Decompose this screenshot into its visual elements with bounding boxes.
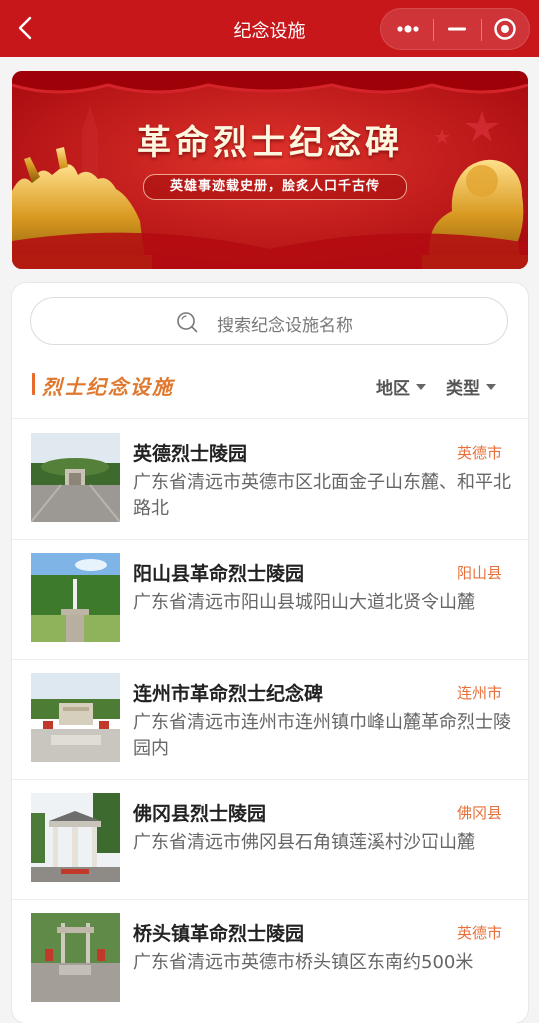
more-dots-icon [397, 25, 419, 33]
facility-name: 佛冈县烈士陵园 [133, 803, 267, 825]
facility-region: 英德市 [456, 444, 502, 462]
facility-region: 佛冈县 [456, 804, 502, 822]
caret-down-icon [416, 384, 426, 390]
search-input[interactable]: 搜索纪念设施名称 [30, 297, 508, 345]
facility-name: 阳山县革命烈士陵园 [133, 563, 305, 585]
banner-background [12, 71, 528, 269]
close-button[interactable] [481, 9, 531, 49]
facility-address: 广东省清远市佛冈县石角镇莲溪村沙冚山麓 [133, 832, 475, 853]
minimize-icon [448, 27, 466, 31]
target-circle-icon [494, 18, 516, 40]
banner-subtitle: 英雄事迹载史册，脍炙人口千古传 [143, 174, 407, 200]
facility-address: 广东省清远市英德市区北面金子山东麓、和平北路北 [133, 472, 511, 519]
mini-program-capsule [380, 8, 530, 50]
banner-title: 革命烈士纪念碑 [137, 123, 403, 163]
facility-address: 广东省清远市连州市连州镇巾峰山麓革命烈士陵园内 [133, 712, 511, 759]
filter-type-label: 类型 [446, 379, 480, 399]
facility-thumbnail [31, 793, 120, 882]
filter-region-label: 地区 [376, 379, 410, 399]
facility-thumbnail [31, 673, 120, 762]
facility-address: 广东省清远市英德市桥头镇区东南约500米 [133, 952, 474, 973]
facility-region: 英德市 [456, 924, 502, 942]
facility-region: 连州市 [456, 684, 502, 702]
facility-thumbnail [31, 553, 120, 642]
facility-name: 英德烈士陵园 [133, 443, 248, 465]
list-item[interactable]: 桥头镇革命烈士陵园 英德市 广东省清远市英德市桥头镇区东南约500米 [12, 899, 528, 1019]
facility-thumbnail [31, 433, 120, 522]
list-item[interactable]: 连州市革命烈士纪念碑 连州市 广东省清远市连州市连州镇巾峰山麓革命烈士陵园内 [12, 659, 528, 779]
list-item[interactable]: 英德烈士陵园 英德市 广东省清远市英德市区北面金子山东麓、和平北路北 [12, 419, 528, 539]
facility-name: 桥头镇革命烈士陵园 [133, 923, 305, 945]
hero-banner[interactable]: 革命烈士纪念碑 英雄事迹载史册，脍炙人口千古传 [12, 71, 528, 269]
list-item[interactable]: 佛冈县烈士陵园 佛冈县 广东省清远市佛冈县石角镇莲溪村沙冚山麓 [12, 779, 528, 899]
facility-address: 广东省清远市阳山县城阳山大道北贤令山麓 [133, 592, 475, 613]
filter-region[interactable]: 地区 [376, 374, 426, 399]
search-placeholder: 搜索纪念设施名称 [217, 316, 353, 336]
content-card: 搜索纪念设施名称 烈士纪念设施 地区 类型 英德烈士陵园 英德市 广东省清远市英… [12, 283, 528, 1023]
more-button[interactable] [383, 9, 433, 49]
filter-type[interactable]: 类型 [446, 374, 496, 399]
list-item[interactable]: 阳山县革命烈士陵园 阳山县 广东省清远市阳山县城阳山大道北贤令山麓 [12, 539, 528, 659]
section-title: 烈士纪念设施 [42, 375, 174, 399]
caret-down-icon [486, 384, 496, 390]
section-accent-bar [32, 373, 35, 395]
top-nav-bar: 纪念设施 [0, 0, 539, 57]
facility-thumbnail [31, 913, 120, 1002]
facility-region: 阳山县 [456, 564, 502, 582]
minimize-button[interactable] [433, 9, 483, 49]
search-icon [177, 312, 198, 333]
facility-name: 连州市革命烈士纪念碑 [133, 683, 324, 705]
